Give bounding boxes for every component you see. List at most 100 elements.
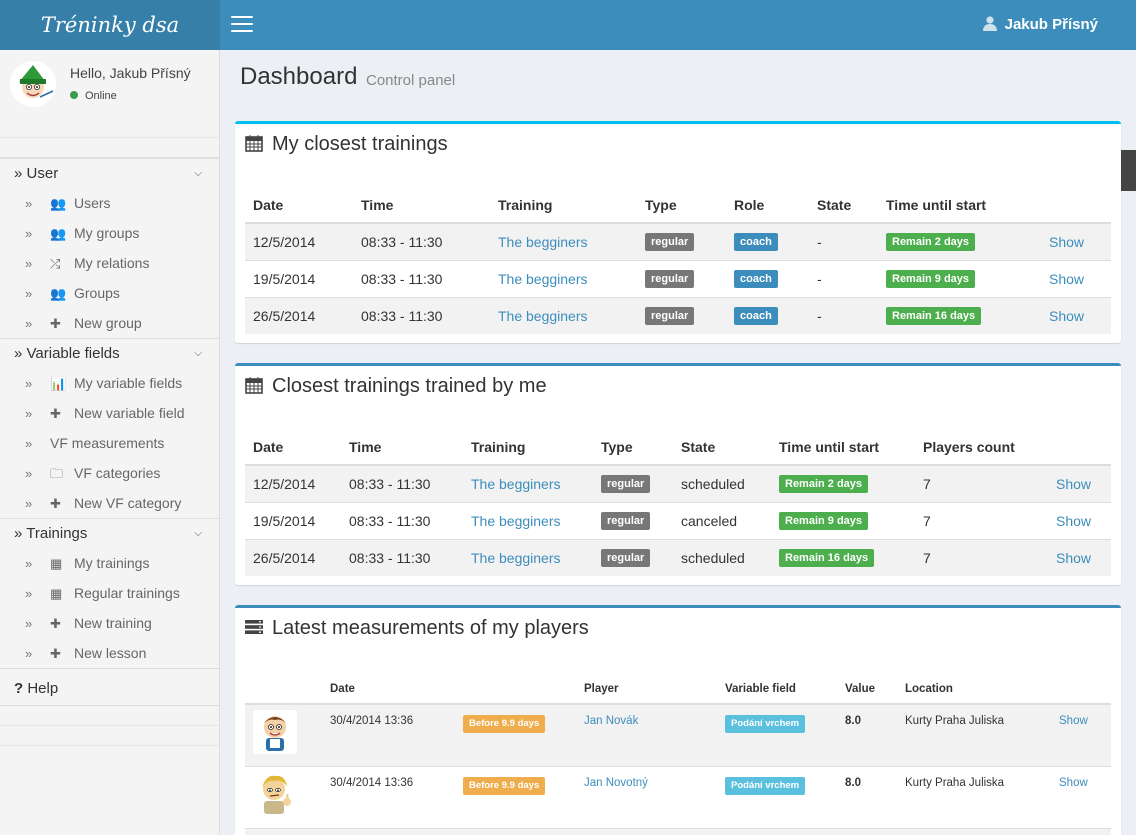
chevron-down-icon: ⌵ <box>194 168 202 179</box>
state-cell: - <box>809 296 878 334</box>
column-header: Players count <box>915 429 1048 466</box>
sidebar-item-label: New training <box>74 615 152 631</box>
show-link[interactable]: Show <box>1059 777 1088 789</box>
training-link[interactable]: The begginers <box>498 271 588 287</box>
remaining-badge: Remain 9 days <box>779 512 869 530</box>
players-count-cell: 7 <box>915 501 1048 539</box>
column-header: Training <box>463 429 593 466</box>
table-row: 12/5/2014 08:33 - 11:30 The begginers re… <box>245 222 1111 260</box>
brand-logo[interactable]: Tréninky dsa <box>0 0 220 50</box>
role-badge: coach <box>734 307 778 326</box>
measurements-table: Date Player Variable field Value Locatio… <box>245 674 1111 835</box>
sidebar-item-label: My trainings <box>74 555 150 571</box>
avatar <box>10 61 56 107</box>
status-dot-icon <box>70 91 78 99</box>
user-icon <box>982 16 997 31</box>
training-link[interactable]: The begginers <box>498 308 588 324</box>
column-header: Date <box>245 187 353 224</box>
box-title: My closest trainings <box>245 133 448 156</box>
date-cell: 12/5/2014 <box>245 464 341 502</box>
users-icon: 👥 <box>50 196 67 211</box>
show-link[interactable]: Show <box>1049 308 1084 324</box>
time-cell: 08:33 - 11:30 <box>353 296 490 334</box>
column-header: Time until start <box>878 187 1041 224</box>
show-link[interactable]: Show <box>1056 550 1091 566</box>
show-link[interactable]: Show <box>1049 234 1084 250</box>
folder-icon: 🗀 <box>50 466 64 481</box>
sidebar-item-vf-categories[interactable]: » 🗀 VF categories <box>0 458 219 488</box>
users-icon: 👥 <box>50 286 67 301</box>
sidebar-item-new-vf-category[interactable]: » ✚ New VF category <box>0 488 219 518</box>
double-angle-right-icon: » <box>25 616 33 631</box>
double-angle-right-icon: » <box>25 556 33 571</box>
player-link[interactable]: Jan Novák <box>584 715 638 727</box>
date-cell: 26/5/2014 <box>245 296 353 334</box>
sidebar-section-trainings[interactable]: » Trainings ⌵ <box>0 518 219 548</box>
sidebar-item-label: My groups <box>74 225 140 241</box>
training-link[interactable]: The begginers <box>471 550 561 566</box>
remaining-badge: Remain 9 days <box>886 270 976 288</box>
table-header: Date Time Training Type State Time until… <box>245 429 1111 466</box>
sidebar-section-user[interactable]: » User ⌵ <box>0 158 219 188</box>
column-header <box>1051 674 1111 705</box>
column-header <box>455 674 576 705</box>
column-header: Time <box>353 187 490 224</box>
date-cell: 19/5/2014 <box>245 259 353 297</box>
player-avatar <box>253 771 297 816</box>
role-badge: coach <box>734 233 778 252</box>
date-cell: 30/4/2014 13:36 <box>322 703 455 766</box>
table-row: 30/4/2014 13:36 Before 9.9 days Jan Novo… <box>245 765 1111 828</box>
ago-badge: Before 9.9 days <box>463 776 546 795</box>
show-link[interactable]: Show <box>1056 476 1091 492</box>
type-badge: regular <box>645 307 695 326</box>
time-cell: 08:33 - 11:30 <box>353 259 490 297</box>
player-avatar <box>253 710 297 754</box>
table-row: 30/4/2014 13:36 Before 9.9 days Jan Nová… <box>245 703 1111 766</box>
box-title: Latest measurements of my players <box>245 617 589 640</box>
training-link[interactable]: The begginers <box>498 234 588 250</box>
sidebar-item-new-variable-field[interactable]: » ✚ New variable field <box>0 398 219 428</box>
type-badge: regular <box>601 512 651 530</box>
plus-icon: ✚ <box>50 496 61 511</box>
sidebar-toggle-icon[interactable] <box>231 16 253 34</box>
sidebar-section-label: Variable fields <box>26 345 120 362</box>
remaining-badge: Remain 16 days <box>886 307 982 326</box>
players-count-cell: 7 <box>915 464 1048 502</box>
table-row: 19/5/2014 08:33 - 11:30 The begginers re… <box>245 259 1111 297</box>
column-header: Variable field <box>717 674 837 705</box>
role-badge: coach <box>734 270 778 288</box>
training-link[interactable]: The begginers <box>471 476 561 492</box>
sidebar-item-vf-measurements[interactable]: » VF measurements <box>0 428 219 458</box>
show-link[interactable]: Show <box>1056 513 1091 529</box>
player-link[interactable]: Jan Novotný <box>584 777 648 789</box>
sidebar-item-my-relations[interactable]: » ⤮ My relations <box>0 248 219 278</box>
type-badge: regular <box>601 549 651 568</box>
sidebar-item-my-variable-fields[interactable]: » 📊 My variable fields <box>0 368 219 398</box>
closest-trainings-table: Date Time Training Type Role State Time … <box>245 187 1111 334</box>
sidebar-item-new-training[interactable]: » ✚ New training <box>0 608 219 638</box>
column-header: Type <box>637 187 726 224</box>
user-menu[interactable]: Jakub Přísný <box>982 0 1098 50</box>
show-link[interactable]: Show <box>1049 271 1084 287</box>
sidebar-item-regular-trainings[interactable]: » ▦ Regular trainings <box>0 578 219 608</box>
table-row: 12/5/2014 08:33 - 11:30 The begginers re… <box>245 464 1111 502</box>
training-link[interactable]: The begginers <box>471 513 561 529</box>
table-header: Date Time Training Type Role State Time … <box>245 187 1111 224</box>
sidebar-item-my-trainings[interactable]: » ▦ My trainings <box>0 548 219 578</box>
bar-chart-icon: 📊 <box>50 376 67 391</box>
show-link[interactable]: Show <box>1059 715 1088 727</box>
sidebar-section-variable-fields[interactable]: » Variable fields ⌵ <box>0 338 219 368</box>
table-row: 26/5/2014 08:33 - 11:30 The begginers re… <box>245 296 1111 334</box>
table-row <box>245 827 1111 835</box>
sidebar-item-groups[interactable]: » 👥 Groups <box>0 278 219 308</box>
double-angle-right-icon: » <box>25 586 33 601</box>
sidebar-spacer <box>0 138 219 158</box>
sidebar-item-new-group[interactable]: » ✚ New group <box>0 308 219 338</box>
sidebar-item-help[interactable]: ? Help <box>0 668 219 706</box>
column-header <box>1041 187 1111 224</box>
sidebar-item-users[interactable]: » 👥 Users <box>0 188 219 218</box>
sidebar-spacer <box>0 706 219 726</box>
calendar-icon <box>245 135 263 152</box>
sidebar-item-my-groups[interactable]: » 👥 My groups <box>0 218 219 248</box>
sidebar-item-new-lesson[interactable]: » ✚ New lesson <box>0 638 219 668</box>
